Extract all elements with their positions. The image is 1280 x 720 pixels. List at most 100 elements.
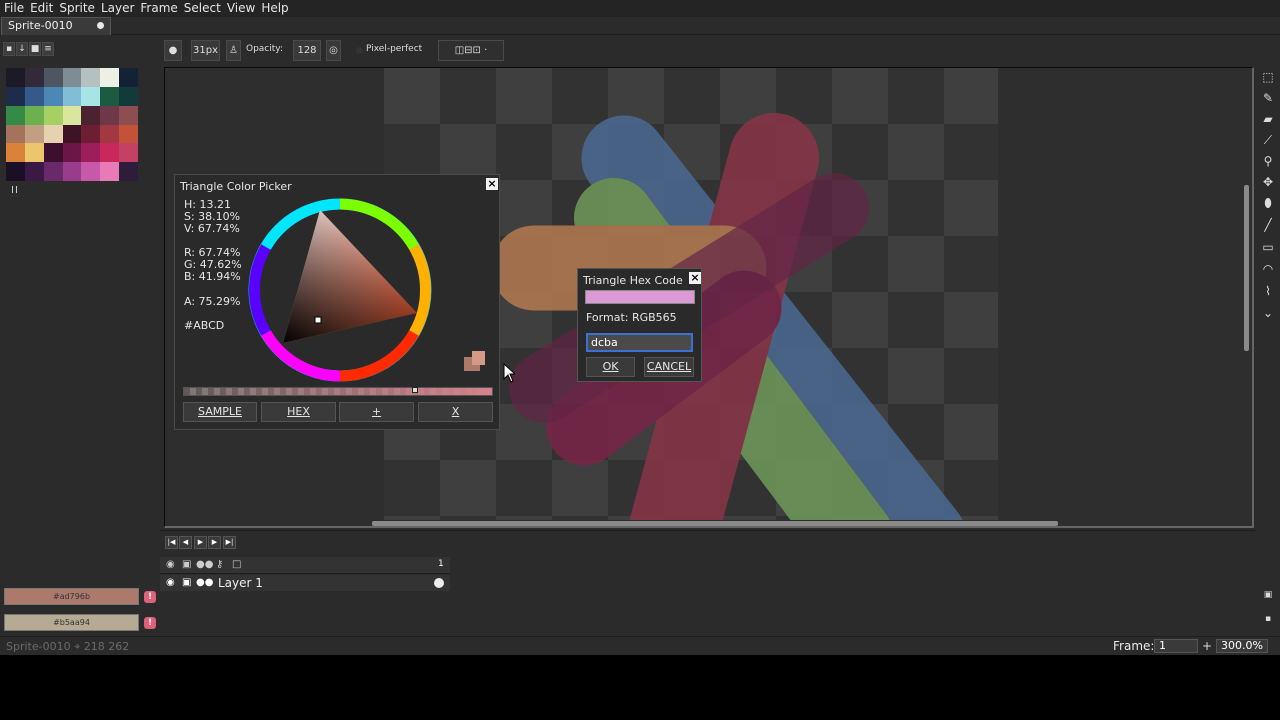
palette-swatch[interactable]: [100, 143, 120, 163]
horizontal-scrollbar[interactable]: [372, 521, 1058, 526]
menu-view[interactable]: View: [224, 0, 258, 17]
palette-swatch[interactable]: [81, 86, 101, 106]
palette-swatch[interactable]: [100, 86, 120, 106]
timeline-toggle-icon[interactable]: ▪: [1258, 610, 1278, 629]
hue-wheel[interactable]: [246, 196, 434, 384]
layer-row[interactable]: ◉ ▣ ●● Layer 1: [160, 575, 450, 591]
palette-swatch[interactable]: [24, 86, 44, 106]
palette-swatch[interactable]: [81, 105, 101, 125]
palette-swatch[interactable]: [62, 124, 82, 144]
pixel-perfect-checkbox[interactable]: [356, 47, 363, 54]
palette-swatch[interactable]: [62, 105, 82, 125]
menu-frame[interactable]: Frame: [137, 0, 180, 17]
warning-icon[interactable]: !: [144, 617, 156, 629]
brush-size-field[interactable]: 31px: [191, 40, 220, 61]
palette-swatch[interactable]: [24, 68, 44, 87]
layer-name[interactable]: Layer 1: [218, 576, 263, 590]
palette-swatch[interactable]: [62, 162, 82, 181]
palette-swatch[interactable]: [24, 143, 44, 163]
next-frame-icon[interactable]: ▶: [208, 536, 221, 549]
warning-icon[interactable]: !: [144, 591, 156, 603]
add-frame-icon[interactable]: +: [1202, 639, 1212, 653]
zoom-icon[interactable]: ⚲: [1258, 152, 1278, 171]
sample-button[interactable]: SAMPLE: [183, 402, 257, 422]
palette-swatch[interactable]: [43, 105, 63, 125]
continuous-icon[interactable]: ●●: [196, 577, 213, 588]
more-tools-icon[interactable]: ⌄: [1258, 304, 1278, 323]
palette-swatch[interactable]: [43, 124, 63, 144]
rectangle-icon[interactable]: ▭: [1258, 238, 1278, 257]
palette-swatch[interactable]: [6, 68, 25, 87]
palette-swatch[interactable]: [100, 162, 120, 181]
menu-file[interactable]: File: [0, 0, 27, 17]
palette-swatch[interactable]: [62, 68, 82, 87]
palette-swatch[interactable]: [24, 105, 44, 125]
palette-swatch[interactable]: [6, 162, 25, 181]
palette-swatch[interactable]: [43, 143, 63, 163]
last-frame-icon[interactable]: ▶|: [223, 536, 236, 549]
hex-input[interactable]: dcba: [586, 333, 693, 352]
palette-swatch[interactable]: [43, 86, 63, 106]
onion-skin-icon[interactable]: □: [232, 559, 241, 570]
play-icon[interactable]: ▶: [194, 536, 207, 549]
palette-swatch[interactable]: [81, 162, 101, 181]
palette-swatch[interactable]: [24, 124, 44, 144]
zoom-field[interactable]: 300.0%: [1216, 639, 1268, 653]
palette-swatch[interactable]: [62, 86, 82, 106]
eraser-icon[interactable]: ▰: [1258, 110, 1278, 129]
palette-swatch[interactable]: [119, 143, 138, 163]
line-icon[interactable]: ╱: [1258, 216, 1278, 235]
cancel-button[interactable]: CANCEL: [644, 357, 694, 377]
palette-swatch[interactable]: [100, 105, 120, 125]
first-frame-icon[interactable]: |◀: [165, 536, 178, 549]
lasso-icon[interactable]: ◠: [1258, 260, 1278, 279]
foreground-color-swatch[interactable]: #ad796b: [4, 588, 139, 605]
palette-swatch[interactable]: [6, 105, 25, 125]
tab-sprite[interactable]: Sprite-0010: [1, 17, 111, 35]
menu-help[interactable]: Help: [258, 0, 291, 17]
eye-icon[interactable]: ◉: [166, 577, 175, 588]
resize-handle-icon[interactable]: [12, 186, 17, 193]
opacity-field[interactable]: 128: [293, 40, 321, 61]
background-color-swatch[interactable]: #b5aa94: [4, 614, 139, 631]
options-menu-icon[interactable]: ≡: [42, 42, 54, 56]
blur-icon[interactable]: ⌇: [1258, 282, 1278, 301]
frame-field[interactable]: 1: [1154, 639, 1198, 653]
dynamics-icon[interactable]: ◎: [326, 40, 341, 61]
palette-swatch[interactable]: [6, 143, 25, 163]
save-palette-icon[interactable]: ■: [29, 42, 41, 56]
palette-swatch[interactable]: [81, 124, 101, 144]
menu-sprite[interactable]: Sprite: [56, 0, 98, 17]
palette-swatch[interactable]: [119, 68, 138, 87]
hex-button[interactable]: HEX: [261, 402, 336, 422]
palette-swatch[interactable]: [119, 124, 138, 144]
palette-swatch[interactable]: [81, 68, 101, 87]
menu-layer[interactable]: Layer: [98, 0, 137, 17]
close-button[interactable]: X: [418, 402, 493, 422]
palette-swatch[interactable]: [100, 124, 120, 144]
frame-number[interactable]: 1: [438, 559, 444, 569]
download-icon[interactable]: ↓: [16, 42, 28, 56]
menu-edit[interactable]: Edit: [27, 0, 56, 17]
brush-type-icon[interactable]: ●: [164, 40, 182, 61]
lock-icon[interactable]: ▪: [3, 42, 15, 56]
palette-swatch[interactable]: [43, 162, 63, 181]
vertical-scrollbar[interactable]: [1244, 185, 1249, 351]
marquee-icon[interactable]: ⬚: [1258, 68, 1278, 87]
palette-swatch[interactable]: [43, 68, 63, 87]
cel-icon[interactable]: [434, 578, 444, 588]
palette-swatch[interactable]: [6, 86, 25, 106]
alpha-slider[interactable]: [183, 387, 493, 396]
close-icon[interactable]: ×: [486, 178, 498, 190]
close-icon[interactable]: ×: [689, 272, 701, 284]
padlock-icon[interactable]: ▣: [182, 577, 191, 588]
ink-icon[interactable]: ♙: [226, 40, 241, 61]
move-icon[interactable]: ✥: [1258, 173, 1278, 192]
palette-swatch[interactable]: [81, 143, 101, 163]
triangle-selector-handle[interactable]: [314, 316, 322, 324]
palette-swatch[interactable]: [6, 124, 25, 144]
palette-swatch[interactable]: [119, 105, 138, 125]
pencil-icon[interactable]: ✎: [1258, 89, 1278, 108]
palette-swatch[interactable]: [119, 86, 138, 106]
palette-swatch[interactable]: [119, 162, 138, 181]
